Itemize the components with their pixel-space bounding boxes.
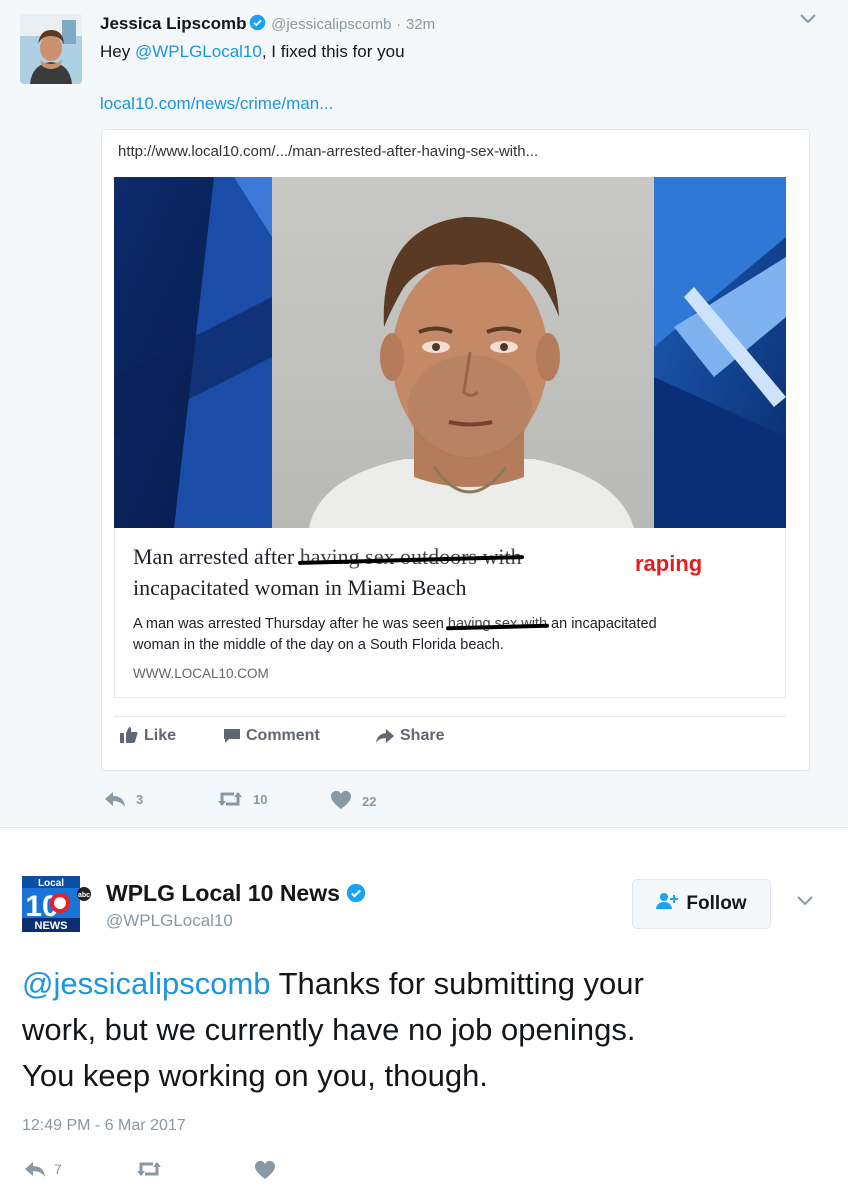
verified-badge-icon	[346, 882, 366, 909]
card-url[interactable]: http://www.local10.com/.../man-arrested-…	[118, 143, 538, 160]
tweet-text-line1: @jessicalipscomb Thanks for submitting y…	[22, 962, 644, 1005]
retweet-icon	[217, 792, 253, 807]
like-label: Like	[144, 727, 177, 744]
like-count: 22	[362, 794, 377, 809]
card-domain[interactable]: WWW.LOCAL10.COM	[133, 666, 269, 681]
reply-icon	[104, 792, 136, 807]
handwritten-annotation: raping	[635, 551, 703, 576]
tweet-time[interactable]: 32m	[406, 16, 435, 33]
heart-icon	[330, 790, 362, 809]
tweet-text-line2: work, but we currently have no job openi…	[22, 1012, 636, 1047]
headline-struck-text: having sex outdoors with	[299, 544, 522, 569]
comment-label: Comment	[246, 727, 320, 744]
article-description-line2: woman in the middle of the day on a Sout…	[133, 637, 504, 653]
mention-link[interactable]: @jessicalipscomb	[22, 966, 271, 1001]
tweet-text-prefix: Hey	[100, 42, 135, 61]
reply-count: 7	[54, 1161, 62, 1177]
author-handle[interactable]: @WPLGLocal10	[106, 911, 233, 931]
avatar[interactable]	[20, 14, 82, 84]
logo-local-text: Local	[38, 878, 64, 889]
author-name[interactable]: WPLG Local 10 News	[106, 880, 366, 909]
tweet-text-line1-rest: Thanks for submitting your	[270, 966, 644, 1001]
author-handle[interactable]: @jessicalipscomb	[271, 16, 391, 33]
logo-news-text: NEWS	[35, 920, 68, 932]
comment-button[interactable]: Comment	[224, 727, 320, 745]
tweet-text: Hey @WPLGLocal10, I fixed this for you	[100, 42, 405, 62]
reply-button[interactable]: 7	[24, 1160, 62, 1178]
share-button[interactable]: Share	[376, 727, 444, 745]
mention-link[interactable]: @WPLGLocal10	[135, 42, 262, 61]
retweet-button[interactable]	[136, 1160, 170, 1178]
reply-button[interactable]: 3	[104, 790, 143, 808]
article-headline-line1[interactable]: Man arrested after having sex outdoors w…	[133, 544, 522, 570]
comment-icon	[224, 727, 246, 744]
tweet-timestamp[interactable]: 12:49 PM - 6 Mar 2017	[22, 1117, 186, 1135]
share-label: Share	[400, 727, 445, 744]
tweet-text-suffix: , I fixed this for you	[261, 42, 405, 61]
tweet-header: Jessica Lipscomb @jessicalipscomb · 32m	[100, 14, 435, 36]
retweet-count: 10	[253, 792, 268, 807]
desc-start: A man was arrested Thursday after he was…	[133, 616, 448, 632]
article-image[interactable]	[114, 177, 786, 528]
link-preview-card[interactable]: http://www.local10.com/.../man-arrested-…	[101, 129, 810, 771]
desc-end: an incapacitated	[547, 616, 657, 632]
like-heart-button[interactable]: 22	[330, 790, 376, 810]
like-heart-button[interactable]	[254, 1160, 284, 1180]
chevron-down-icon[interactable]	[798, 12, 818, 31]
verified-badge-icon	[249, 14, 266, 36]
like-button[interactable]: Like	[120, 727, 176, 745]
chevron-down-icon[interactable]	[795, 894, 815, 913]
reply-icon	[24, 1161, 54, 1177]
article-description-line1: A man was arrested Thursday after he was…	[133, 616, 657, 632]
heart-icon	[254, 1160, 284, 1179]
follow-label: Follow	[686, 893, 747, 914]
follow-button[interactable]: Follow	[632, 879, 771, 929]
retweet-button[interactable]: 10	[217, 790, 267, 808]
wplg-logo-avatar[interactable]: Local 10 abc NEWS	[20, 870, 92, 938]
retweet-icon	[136, 1161, 170, 1177]
reply-count: 3	[136, 792, 144, 807]
article-headline-line2[interactable]: incapacitated woman in Miami Beach	[133, 575, 467, 601]
separator-dot: ·	[396, 16, 402, 33]
desc-struck-text: having sex with	[447, 616, 548, 632]
share-arrow-icon	[376, 727, 400, 744]
logo-network-text: abc	[78, 892, 90, 899]
facebook-action-bar: Like Comment Share	[114, 716, 786, 760]
author-name-text: WPLG Local 10 News	[106, 880, 340, 906]
quoted-tweet: Jessica Lipscomb @jessicalipscomb · 32m …	[0, 0, 848, 828]
like-thumb-icon	[120, 727, 144, 744]
headline-start: Man arrested after	[133, 544, 300, 569]
follow-person-icon	[656, 892, 686, 916]
card-body[interactable]: Man arrested after having sex outdoors w…	[114, 528, 786, 698]
tweet-text-line3: You keep working on you, though.	[22, 1058, 488, 1093]
author-name[interactable]: Jessica Lipscomb	[100, 14, 246, 33]
article-link[interactable]: local10.com/news/crime/man...	[100, 94, 333, 114]
